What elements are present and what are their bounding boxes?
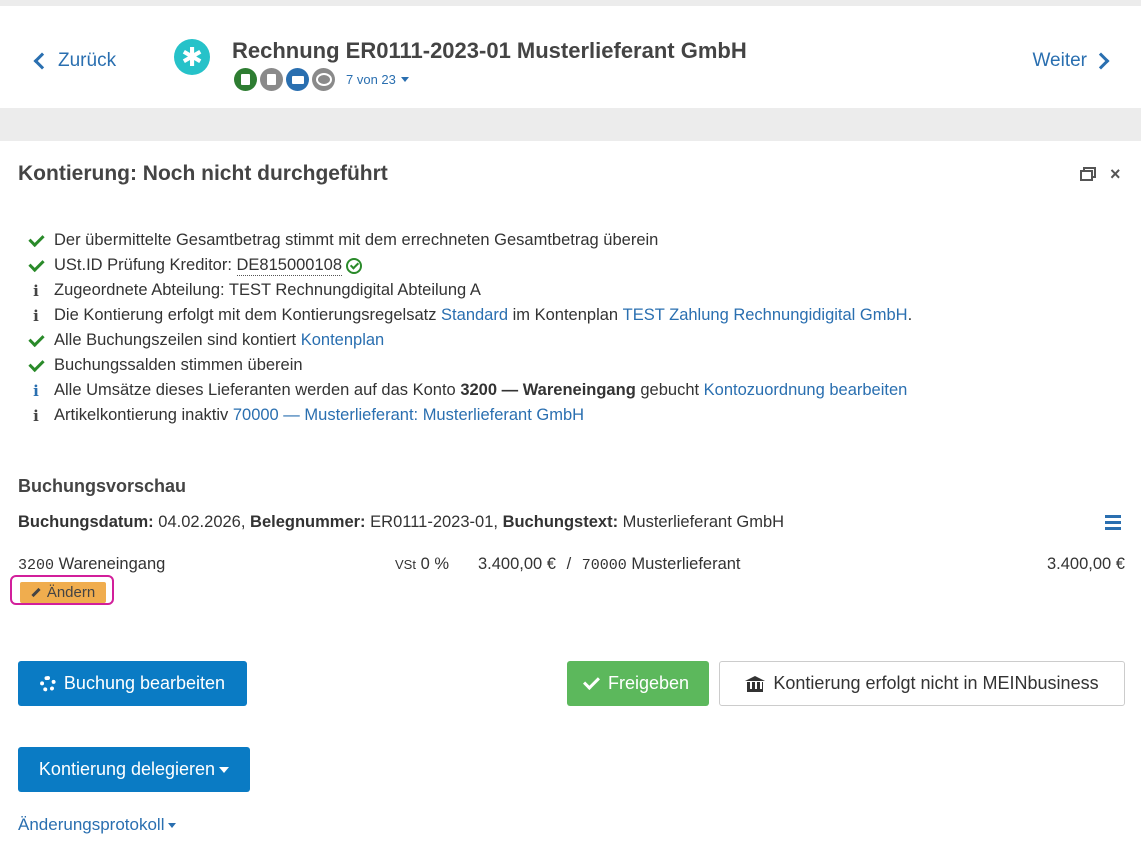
section-title: Buchungsvorschau (18, 476, 187, 496)
caret-down-icon (400, 77, 409, 82)
chart-of-accounts-link[interactable]: TEST Zahlung Rechnungidigital GmbH (623, 306, 908, 325)
check-icon (26, 330, 46, 347)
check-text: Artikelkontierung inaktiv (54, 406, 233, 424)
bank-icon (745, 675, 766, 692)
change-label: Ändern (46, 584, 96, 601)
release-button[interactable]: Freigeben (567, 661, 709, 706)
separator: / (566, 555, 572, 573)
next-link[interactable]: Weiter (1032, 50, 1110, 72)
comment-icon[interactable] (312, 68, 335, 91)
delegate-button[interactable]: Kontierung delegieren (18, 747, 250, 792)
check-icon (26, 230, 46, 247)
counter-account-label: Musterlieferant (631, 555, 741, 573)
info-icon: i (33, 406, 39, 425)
tax-label: VSt (395, 557, 416, 572)
check-text: Alle Buchungszeilen sind kontiert (54, 331, 301, 349)
kontenplan-link[interactable]: Kontenplan (301, 331, 385, 350)
check-text: Alle Umsätze dieses Lieferanten werden a… (54, 381, 461, 399)
booking-date: 04.02.2026, (158, 513, 246, 531)
verified-icon (346, 257, 363, 274)
panel-title: Kontierung: Noch nicht durchgeführt (18, 162, 388, 185)
account-number: 3200 (18, 557, 55, 574)
tax-info: VSt 0 % (395, 555, 449, 574)
page-title: Rechnung ER0111-2023-01 Musterlieferant … (232, 38, 747, 63)
gears-icon (39, 675, 56, 692)
caret-down-icon (219, 766, 230, 773)
check-text: Der übermittelte Gesamtbetrag stimmt mit… (54, 231, 659, 249)
check-text: im Kontenplan (508, 306, 623, 324)
date-label: Buchungsdatum: (18, 513, 154, 531)
close-icon[interactable]: × (1110, 164, 1121, 185)
edit-booking-label: Buchung bearbeiten (63, 673, 226, 693)
booking-text-label: Buchungstext: (502, 513, 619, 531)
info-icon: i (33, 381, 39, 400)
account-name: 3200 — Wareneingang (460, 381, 636, 399)
caret-down-icon (168, 822, 177, 828)
amount: 3.400,00 € (478, 555, 556, 573)
back-link[interactable]: Zurück (33, 50, 117, 72)
info-icon: i (33, 281, 39, 300)
chevron-left-icon (33, 52, 51, 70)
check-text: USt.ID Prüfung Kreditor: (54, 256, 237, 274)
document-number-label: Belegnummer: (250, 513, 366, 531)
booking-meta: Buchungsdatum: 04.02.2026, Belegnummer: … (18, 513, 784, 532)
record-header: Zurück ✱ Rechnung ER0111-2023-01 Musterl… (0, 6, 1141, 108)
list-item: i Zugeordnete Abteilung: TEST Rechnungdi… (26, 278, 912, 303)
document-status-icons: 7 von 23 (234, 68, 409, 91)
back-label: Zurück (58, 50, 117, 71)
check-icon (26, 355, 46, 372)
total-amount: 3.400,00 € (1047, 555, 1125, 573)
external-booking-button[interactable]: Kontierung erfolgt nicht in MEINbusiness (719, 661, 1125, 706)
list-item: i Alle Umsätze dieses Lieferanten werden… (26, 378, 912, 403)
check-text: Die Kontierung erfolgt mit dem Kontierun… (54, 306, 442, 324)
document-number: ER0111-2023-01, (370, 513, 498, 531)
ruleset-link[interactable]: Standard (441, 306, 508, 325)
change-button[interactable]: Ändern (20, 582, 106, 603)
counter-account-number: 70000 (581, 557, 627, 574)
check-text: Buchungssalden stimmen überein (54, 356, 303, 374)
list-item: Buchungssalden stimmen überein (26, 353, 912, 378)
booking-text: Musterlieferant GmbH (622, 513, 785, 531)
external-booking-label: Kontierung erfolgt nicht in MEINbusiness (773, 673, 1099, 693)
edit-booking-button[interactable]: Buchung bearbeiten (18, 661, 247, 706)
list-item: i Die Kontierung erfolgt mit dem Kontier… (26, 303, 912, 328)
check-text: Zugeordnete Abteilung: TEST Rechnungdigi… (54, 281, 481, 299)
change-log-label: Änderungsprotokoll (18, 815, 165, 834)
app-logo-icon: ✱ (174, 39, 210, 75)
supplier-account-link[interactable]: 70000 — Musterlieferant: Musterlieferant… (233, 406, 584, 425)
list-item: Alle Buchungszeilen sind kontiert Konten… (26, 328, 912, 353)
change-button-highlight: Ändern (10, 575, 114, 605)
pencil-icon (31, 587, 41, 598)
chevron-right-icon (1092, 52, 1110, 70)
validation-list: Der übermittelte Gesamtbetrag stimmt mit… (26, 228, 912, 428)
next-label: Weiter (1032, 50, 1087, 71)
tax-rate: 0 % (420, 555, 449, 573)
list-item: Der übermittelte Gesamtbetrag stimmt mit… (26, 228, 912, 253)
check-icon (582, 673, 600, 690)
check-text: gebucht (635, 381, 704, 399)
info-icon: i (33, 306, 39, 325)
menu-icon[interactable] (1105, 515, 1121, 533)
record-counter: 7 von 23 (346, 72, 396, 87)
edit-account-assignment-link[interactable]: Kontozuordnung bearbeiten (704, 381, 908, 400)
list-item: i Artikelkontierung inaktiv 70000 — Must… (26, 403, 912, 428)
account-label: Wareneingang (58, 555, 166, 573)
document-icon[interactable] (234, 68, 257, 91)
list-item: USt.ID Prüfung Kreditor: DE815000108 (26, 253, 912, 278)
debit-account: 3200 Wareneingang (18, 555, 165, 574)
money-icon[interactable] (286, 68, 309, 91)
check-icon (26, 255, 46, 272)
book-icon[interactable] (260, 68, 283, 91)
credit-account: 3.400,00 € / 70000 Musterlieferant (478, 555, 741, 574)
kontierung-panel: Kontierung: Noch nicht durchgeführt × De… (0, 141, 1141, 846)
restore-window-icon[interactable] (1080, 167, 1096, 181)
delegate-label: Kontierung delegieren (38, 759, 216, 779)
change-log-dropdown[interactable]: Änderungsprotokoll (18, 815, 177, 835)
record-counter-dropdown[interactable]: 7 von 23 (346, 72, 409, 87)
release-label: Freigeben (607, 673, 690, 693)
check-text: . (907, 306, 913, 324)
vat-id-value: DE815000108 (236, 255, 343, 276)
